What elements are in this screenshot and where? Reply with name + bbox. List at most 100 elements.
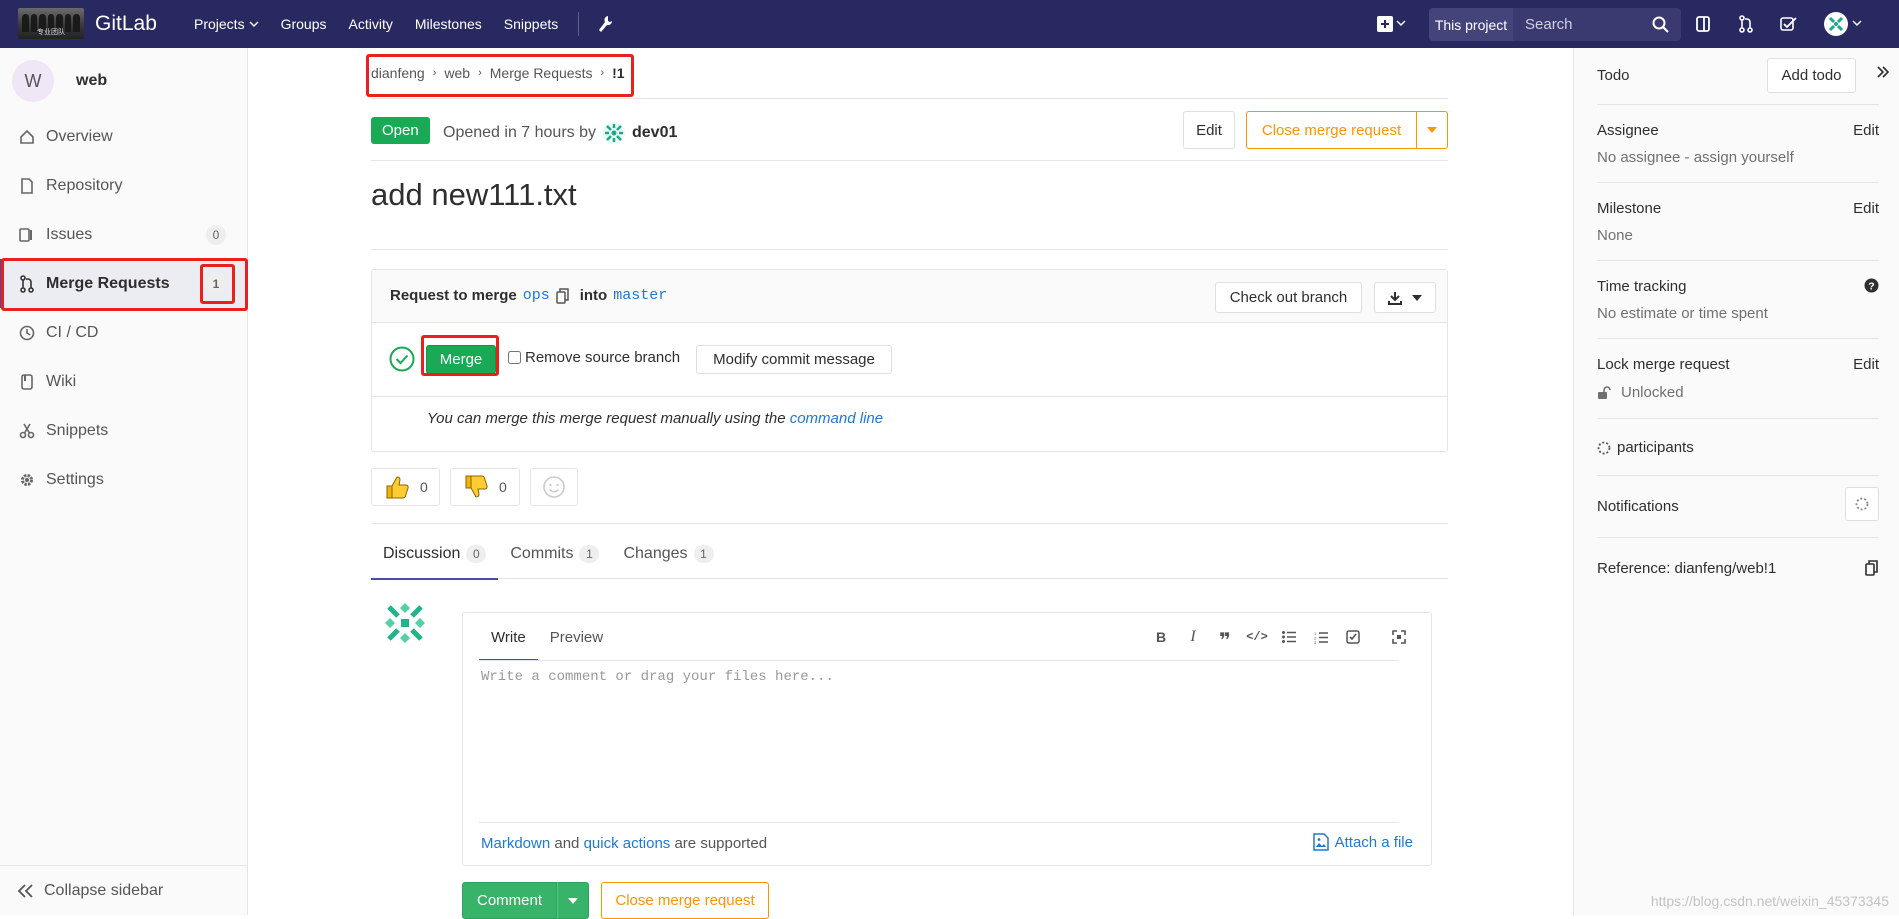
merge-button[interactable]: Merge	[426, 345, 496, 374]
markdown-link[interactable]: Markdown	[481, 835, 550, 852]
assignee-edit-link[interactable]: Edit	[1853, 122, 1879, 139]
sidebar-item-repository[interactable]: Repository	[0, 161, 248, 210]
nav-milestones[interactable]: Milestones	[415, 16, 482, 32]
user-avatar-menu[interactable]	[1818, 0, 1868, 48]
download-icon	[1388, 291, 1402, 305]
opened-text: Opened in 7 hours by	[443, 124, 596, 142]
divider	[371, 160, 1448, 161]
notifications-block: Notifications	[1597, 476, 1879, 538]
comment-form: Write Preview B I ❞ </> 123 Markdown and…	[462, 612, 1432, 866]
tab-commits[interactable]: Commits 1	[498, 529, 611, 579]
fullscreen-icon[interactable]	[1383, 625, 1415, 649]
lock-value: Unlocked	[1621, 384, 1684, 401]
numbered-list-icon[interactable]: 123	[1305, 625, 1337, 649]
remove-source-branch[interactable]: Remove source branch	[508, 349, 680, 366]
nav-activity[interactable]: Activity	[349, 16, 393, 32]
breadcrumb-group[interactable]: dianfeng	[371, 65, 425, 81]
ci-success-icon	[389, 346, 415, 372]
bullet-list-icon[interactable]	[1273, 625, 1305, 649]
bold-icon[interactable]: B	[1145, 625, 1177, 649]
task-list-icon[interactable]	[1337, 625, 1369, 649]
breadcrumb-chevron-icon: ›	[600, 67, 604, 79]
remove-source-branch-label: Remove source branch	[525, 349, 680, 366]
project-name: web	[76, 72, 107, 90]
sidebar-item-issues[interactable]: Issues 0	[0, 210, 248, 259]
notifications-toggle[interactable]	[1845, 487, 1879, 521]
assignee-value[interactable]: No assignee - assign yourself	[1597, 149, 1794, 166]
code-icon[interactable]: </>	[1241, 625, 1273, 649]
search-box[interactable]	[1513, 8, 1681, 41]
breadcrumb-chevron-icon: ›	[478, 67, 482, 79]
add-todo-button[interactable]: Add todo	[1767, 58, 1856, 93]
thumbs-up-award[interactable]: 0	[371, 468, 440, 506]
collapse-sidebar-button[interactable]: Collapse sidebar	[0, 865, 248, 915]
sidebar-item-merge-requests[interactable]: Merge Requests 1	[0, 259, 248, 308]
todos-icon[interactable]	[1772, 0, 1806, 48]
search-scope-badge[interactable]: This project	[1429, 8, 1513, 41]
tab-preview[interactable]: Preview	[538, 613, 615, 661]
italic-icon[interactable]: I	[1177, 625, 1209, 649]
sidebar-nav: Overview Repository Issues 0 Merge Reque…	[0, 112, 248, 504]
breadcrumb-current[interactable]: !1	[612, 65, 624, 81]
sidebar-item-settings[interactable]: Settings	[0, 455, 248, 504]
check-out-branch-button[interactable]: Check out branch	[1215, 282, 1362, 313]
nav-snippets[interactable]: Snippets	[504, 16, 558, 32]
close-merge-request-bottom-button[interactable]: Close merge request	[601, 882, 769, 919]
nav-groups[interactable]: Groups	[281, 16, 327, 32]
quote-icon[interactable]: ❞	[1209, 625, 1241, 649]
milestone-title: Milestone	[1597, 200, 1661, 217]
author-avatar[interactable]	[602, 121, 626, 145]
close-merge-request-button[interactable]: Close merge request	[1246, 111, 1417, 149]
gear-icon	[18, 471, 36, 489]
sidebar-item-label: Snippets	[46, 422, 108, 440]
lock-edit-link[interactable]: Edit	[1853, 356, 1879, 373]
sidebar-toggle-icon[interactable]	[1686, 0, 1720, 48]
source-branch[interactable]: ops	[523, 287, 550, 304]
quick-actions-link[interactable]: quick actions	[584, 835, 671, 852]
tab-changes[interactable]: Changes 1	[611, 529, 725, 579]
close-dropdown-toggle[interactable]	[1416, 111, 1448, 149]
tab-write[interactable]: Write	[479, 613, 538, 661]
thumbs-up-icon	[384, 474, 410, 500]
new-item-plus-icon[interactable]	[1368, 0, 1414, 48]
copy-icon[interactable]	[556, 288, 570, 304]
sidebar-item-ci-cd[interactable]: CI / CD	[0, 308, 248, 357]
project-header[interactable]: W web	[12, 60, 107, 102]
tab-count-badge: 1	[694, 545, 714, 563]
remove-source-branch-checkbox[interactable]	[508, 351, 521, 364]
breadcrumb-merge-requests[interactable]: Merge Requests	[490, 65, 593, 81]
merge-requests-icon[interactable]	[1729, 0, 1763, 48]
author-name[interactable]: dev01	[632, 124, 677, 142]
top-navbar: 专业团队 GitLab Projects Groups Activity Mil…	[0, 0, 1899, 48]
collapse-sidebar-label: Collapse sidebar	[44, 882, 163, 900]
add-reaction-button[interactable]	[530, 468, 578, 506]
modify-commit-message-button[interactable]: Modify commit message	[696, 345, 892, 374]
copy-reference-icon[interactable]	[1865, 560, 1879, 576]
download-dropdown-button[interactable]	[1374, 282, 1436, 313]
milestone-edit-link[interactable]: Edit	[1853, 200, 1879, 217]
nav-projects[interactable]: Projects	[194, 16, 259, 32]
comment-button[interactable]: Comment	[462, 882, 557, 919]
sidebar-item-overview[interactable]: Overview	[0, 112, 248, 161]
comment-textarea[interactable]	[481, 669, 1399, 819]
attach-file-link[interactable]: Attach a file	[1313, 833, 1413, 851]
breadcrumb-project[interactable]: web	[444, 65, 470, 81]
help-question-icon[interactable]: ?	[1864, 278, 1879, 293]
expand-sidebar-icon[interactable]	[1877, 66, 1889, 78]
admin-wrench-icon[interactable]	[597, 15, 613, 33]
brand-name[interactable]: GitLab	[95, 12, 157, 36]
comment-type-dropdown[interactable]	[557, 882, 589, 919]
target-branch[interactable]: master	[613, 287, 667, 304]
thumbs-down-award[interactable]: 0	[450, 468, 520, 506]
command-line-link[interactable]: command line	[790, 410, 883, 427]
edit-button[interactable]: Edit	[1183, 111, 1235, 149]
search-input[interactable]	[1525, 16, 1645, 33]
reference-label: Reference: dianfeng/web!1	[1597, 560, 1776, 577]
team-logo-image[interactable]: 专业团队	[18, 8, 84, 39]
milestone-block: Milestone Edit None	[1597, 183, 1879, 261]
sidebar-item-wiki[interactable]: Wiki	[0, 357, 248, 406]
sidebar-item-label: Repository	[46, 177, 122, 195]
sidebar-item-snippets[interactable]: Snippets	[0, 406, 248, 455]
tab-discussion[interactable]: Discussion 0	[371, 529, 498, 579]
participants-row: participants	[1597, 439, 1694, 456]
